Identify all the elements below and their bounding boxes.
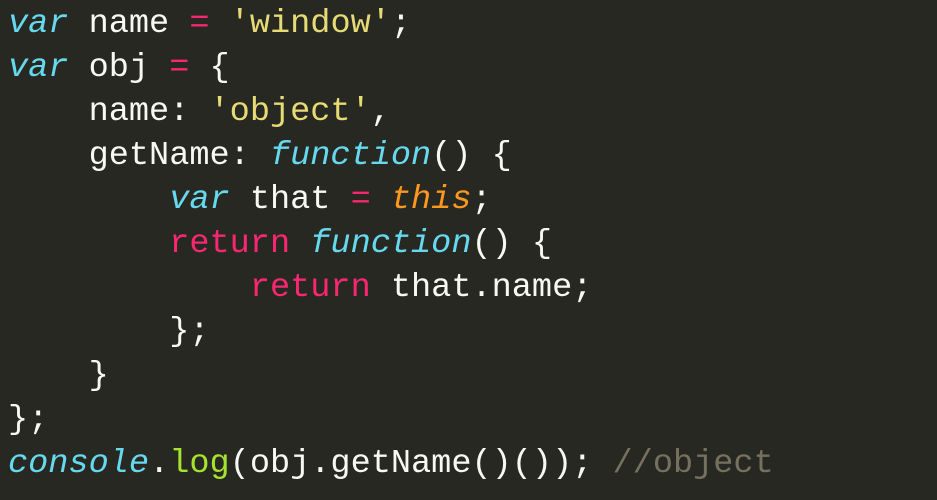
comment: //object — [613, 445, 774, 483]
keyword-var: var — [8, 5, 68, 43]
code-line: return function() { — [8, 225, 552, 263]
keyword-var: var — [169, 181, 229, 219]
keyword-function: function — [310, 225, 471, 263]
code-line: var that = this; — [8, 181, 492, 219]
code-line: name: 'object', — [8, 93, 391, 131]
code-line: console.log(obj.getName()()); //object — [8, 445, 774, 483]
code-editor[interactable]: var name = 'window'; var obj = { name: '… — [0, 0, 937, 494]
method-log: log — [169, 445, 229, 483]
string-literal: 'window' — [230, 5, 391, 43]
keyword-function: function — [270, 137, 431, 175]
code-line: var obj = { — [8, 49, 230, 87]
code-line: getName: function() { — [8, 137, 512, 175]
code-line: return that.name; — [8, 269, 592, 307]
string-literal: 'object' — [210, 93, 371, 131]
code-line: var name = 'window'; — [8, 5, 411, 43]
identifier-console: console — [8, 445, 149, 483]
keyword-return: return — [250, 269, 371, 307]
code-line: } — [8, 357, 109, 395]
keyword-return: return — [169, 225, 290, 263]
keyword-this: this — [391, 181, 472, 219]
code-line: }; — [8, 313, 210, 351]
keyword-var: var — [8, 49, 68, 87]
code-line: }; — [8, 401, 48, 439]
